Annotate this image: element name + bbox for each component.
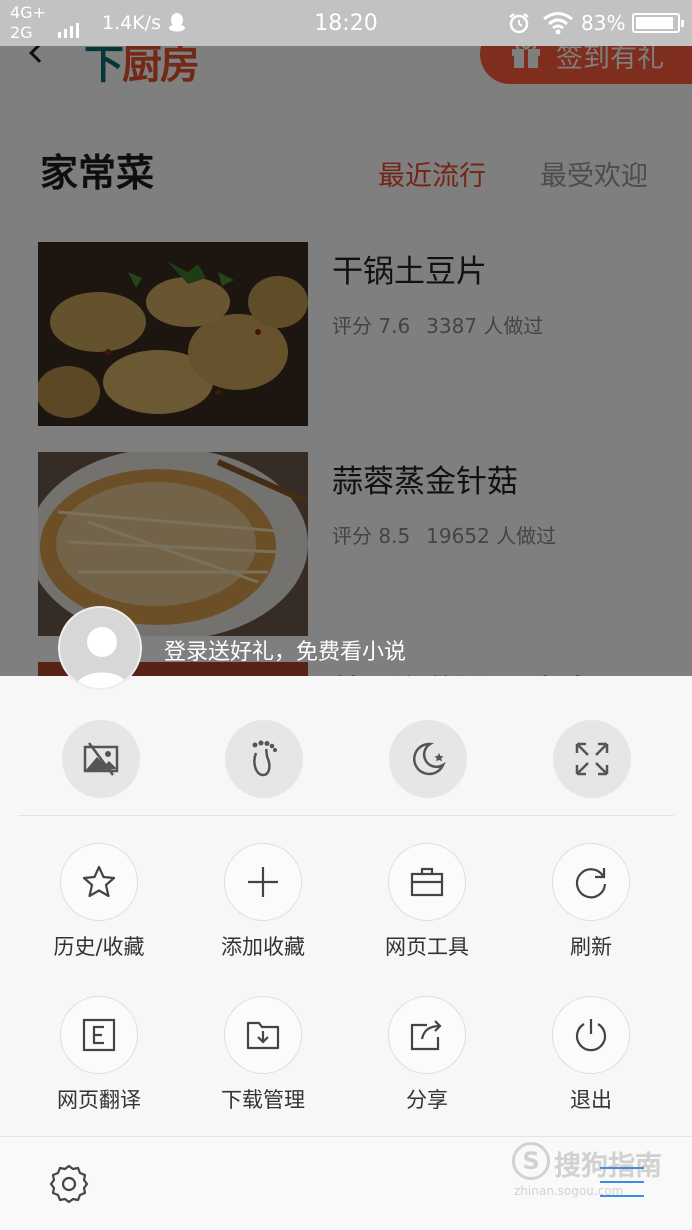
- menu-item-label: 退出: [570, 1088, 612, 1112]
- menu-item-label: 下载管理: [221, 1088, 305, 1112]
- refresh-button[interactable]: 刷新: [531, 843, 651, 973]
- wifi-icon: [543, 12, 573, 35]
- traceless-mode-button[interactable]: [225, 720, 303, 798]
- night-mode-icon: [413, 742, 446, 776]
- overlay-dim[interactable]: [0, 0, 692, 676]
- menu-item-label: 历史/收藏: [53, 935, 145, 959]
- menu-item-label: 网页翻译: [57, 1088, 141, 1112]
- download-folder-icon: [246, 1021, 280, 1050]
- toolbox-icon: [410, 867, 444, 897]
- menu-item-label: 分享: [406, 1088, 448, 1112]
- battery-icon: [632, 13, 684, 33]
- add-bookmark-button[interactable]: 添加收藏: [203, 843, 323, 973]
- status-bar: 4G+ 2G 1.4K/s 18:20 83%: [0, 0, 692, 46]
- watermark: S 搜狗指南 zhinan.sogou.com: [512, 1140, 682, 1200]
- menu-divider: [18, 815, 674, 816]
- settings-gear-icon[interactable]: [48, 1163, 90, 1205]
- login-prompt-text[interactable]: 登录送好礼，免费看小说: [164, 634, 406, 666]
- menu-item-circle: [552, 843, 630, 921]
- menu-item-label: 添加收藏: [221, 935, 305, 959]
- power-icon: [575, 1019, 607, 1052]
- share-button[interactable]: 分享: [367, 996, 487, 1126]
- menu-item-circle: [60, 843, 138, 921]
- login-prompt[interactable]: 登录送好礼，免费看小说: [58, 606, 658, 690]
- menu-item-circle: [224, 843, 302, 921]
- night-mode-button[interactable]: [389, 720, 467, 798]
- battery-percent: 83%: [581, 11, 626, 35]
- fullscreen-icon: [575, 742, 609, 776]
- plus-icon: [248, 867, 278, 897]
- menu-item-circle: [388, 843, 466, 921]
- watermark-text: 搜狗指南: [554, 1151, 662, 1182]
- footprint-icon: [252, 740, 277, 777]
- fullscreen-button[interactable]: [553, 720, 631, 798]
- no-image-mode-button[interactable]: [62, 720, 140, 798]
- exit-button[interactable]: 退出: [531, 996, 651, 1126]
- watermark-url: zhinan.sogou.com: [514, 1184, 624, 1198]
- menu-item-circle: [60, 996, 138, 1074]
- menu-item-label: 网页工具: [385, 935, 469, 959]
- avatar[interactable]: [58, 606, 142, 690]
- alarm-icon: [509, 13, 529, 34]
- history-bookmarks-button[interactable]: 历史/收藏: [39, 843, 159, 973]
- menu-item-circle: [552, 996, 630, 1074]
- sogou-logo-icon: S: [512, 1142, 550, 1180]
- page-tools-button[interactable]: 网页工具: [367, 843, 487, 973]
- menu-item-circle: [388, 996, 466, 1074]
- menu-item-circle: [224, 996, 302, 1074]
- translate-page-button[interactable]: 网页翻译: [39, 996, 159, 1126]
- share-icon: [410, 1020, 442, 1051]
- no-image-icon: [83, 742, 119, 776]
- download-manager-button[interactable]: 下载管理: [203, 996, 323, 1126]
- star-icon: [82, 865, 116, 898]
- translate-icon: [82, 1018, 116, 1052]
- refresh-icon: [575, 868, 607, 899]
- menu-item-label: 刷新: [570, 935, 612, 959]
